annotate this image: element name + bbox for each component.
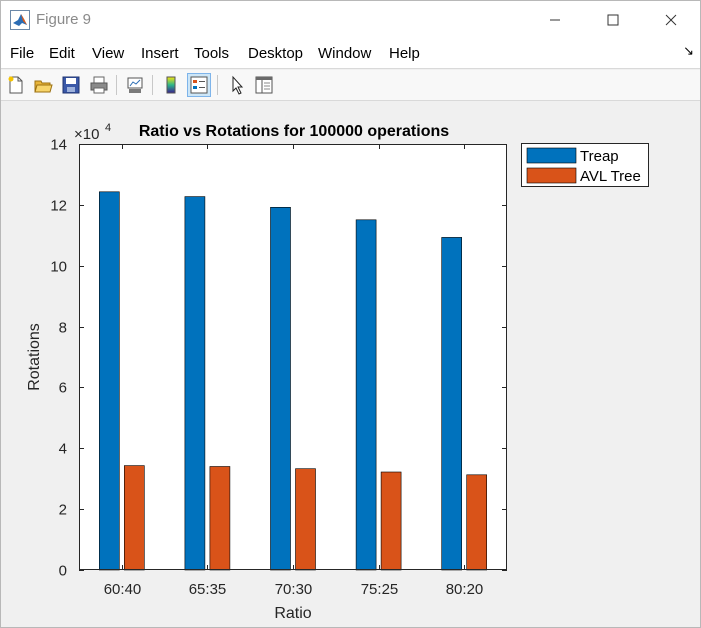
minimize-icon — [550, 19, 560, 21]
y-tick-label: 10 — [50, 259, 67, 276]
print-button[interactable] — [87, 73, 111, 97]
x-tick-label: 80:20 — [446, 581, 484, 598]
toolbar-separator — [116, 75, 117, 95]
bar-treap-75-25 — [355, 219, 377, 571]
colorbar-icon — [166, 76, 176, 94]
bar-treap-70-30 — [270, 207, 291, 571]
toolbar — [1, 70, 700, 101]
x-axis-label: Ratio — [274, 605, 311, 622]
link-plot-button[interactable] — [123, 73, 147, 97]
colorbar-button[interactable] — [159, 73, 183, 97]
menu-window[interactable]: Window — [318, 45, 371, 62]
y-axis-label: Rotations — [26, 323, 43, 391]
toolbar-separator — [217, 75, 218, 95]
save-button[interactable] — [59, 73, 83, 97]
title-bar[interactable]: Figure 9 — [1, 1, 700, 39]
print-icon — [90, 76, 108, 94]
close-button[interactable] — [648, 5, 694, 35]
window-title: Figure 9 — [36, 11, 92, 28]
bar-avl-tree-80-20 — [466, 474, 488, 571]
bar-avl-tree-75-25 — [380, 471, 402, 571]
legend[interactable]: Treap AVL Tree — [521, 143, 649, 187]
bar-treap-80-20 — [441, 237, 463, 571]
legend-label-treap: Treap — [580, 148, 619, 165]
edit-plot-icon — [232, 75, 244, 95]
close-icon — [665, 14, 677, 26]
menu-tools[interactable]: Tools — [194, 45, 229, 62]
property-inspector-button[interactable] — [252, 73, 276, 97]
bar-avl-tree-70-30 — [295, 468, 316, 571]
link-plot-icon — [127, 77, 143, 93]
legend-icon — [190, 76, 208, 94]
y-tick-label: 6 — [59, 380, 67, 397]
bar-avl-tree-60-40 — [124, 465, 145, 571]
open-file-icon — [34, 80, 53, 93]
menu-bar: File Edit View Insert Tools Desktop Wind… — [1, 39, 700, 69]
x-tick-label: 65:35 — [189, 581, 227, 598]
y-exponent-power: 4 — [105, 122, 111, 134]
y-exponent-base: ×10 — [74, 126, 99, 143]
menu-file[interactable]: File — [10, 45, 34, 62]
maximize-button[interactable] — [590, 5, 636, 35]
menu-insert[interactable]: Insert — [141, 45, 179, 62]
legend-button[interactable] — [187, 73, 211, 97]
property-inspector-icon — [255, 76, 273, 94]
legend-swatch-avl-tree — [526, 167, 577, 184]
dock-arrow-icon[interactable]: ↘ — [683, 43, 694, 59]
new-figure-button[interactable] — [4, 73, 28, 97]
edit-plot-button[interactable] — [225, 73, 249, 97]
menu-view[interactable]: View — [92, 45, 124, 62]
figure-window: Figure 9 File Edit View Insert Tools Des… — [0, 0, 701, 628]
legend-swatch-treap — [526, 147, 577, 164]
x-tick-label: 60:40 — [104, 581, 142, 598]
bar-treap-60-40 — [99, 191, 120, 571]
minimize-button[interactable] — [532, 5, 578, 35]
y-tick-label: 14 — [50, 137, 67, 154]
chart-title: Ratio vs Rotations for 100000 operations — [139, 123, 449, 140]
menu-edit[interactable]: Edit — [49, 45, 75, 62]
matlab-icon — [10, 10, 30, 30]
bar-treap-65-35 — [184, 196, 206, 571]
y-tick-label: 12 — [50, 198, 67, 215]
toolbar-separator — [152, 75, 153, 95]
open-file-button[interactable] — [31, 73, 55, 97]
new-figure-icon — [8, 76, 23, 94]
x-tick-label: 75:25 — [361, 581, 399, 598]
y-tick-label: 4 — [59, 441, 67, 458]
y-tick-label: 2 — [59, 502, 67, 519]
figure-canvas: 0 2 4 6 8 10 12 14 60:40 65:35 70:30 75:25 80:20 ×10… — [1, 101, 700, 627]
x-tick-label: 70:30 — [275, 581, 313, 598]
legend-label-avl-tree: AVL Tree — [580, 168, 641, 185]
y-tick-label: 0 — [59, 563, 67, 580]
menu-help[interactable]: Help — [389, 45, 420, 62]
save-icon — [62, 76, 80, 94]
bar-avl-tree-65-35 — [209, 466, 231, 571]
y-tick-label: 8 — [59, 320, 67, 337]
menu-desktop[interactable]: Desktop — [248, 45, 303, 62]
maximize-icon — [607, 14, 619, 26]
